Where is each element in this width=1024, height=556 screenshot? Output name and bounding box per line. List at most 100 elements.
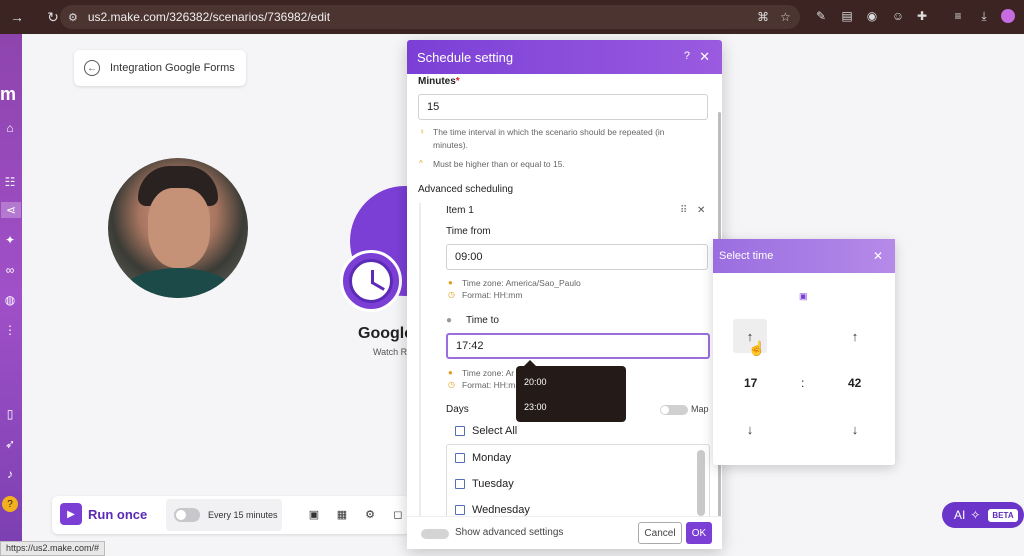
download-icon[interactable]: ⤓ bbox=[977, 9, 991, 23]
advanced-settings-label[interactable]: Show advanced settings bbox=[455, 527, 563, 538]
dropdown-caret bbox=[524, 360, 536, 366]
schedule-toggle[interactable] bbox=[174, 508, 200, 522]
site-info-icon[interactable]: ⚙ bbox=[68, 11, 78, 24]
timezone-icon-2: ● bbox=[448, 368, 453, 377]
day-checkbox-monday[interactable] bbox=[455, 453, 465, 463]
lightbulb-icon: ♀ bbox=[419, 127, 425, 136]
ai-assistant-button[interactable]: AI ✧ BETA bbox=[942, 502, 1024, 528]
drag-handle-icon[interactable]: ⠿ bbox=[680, 205, 687, 216]
minutes-input[interactable]: 15 bbox=[418, 94, 708, 120]
webcam-shirt bbox=[118, 268, 238, 298]
beta-badge: BETA bbox=[988, 508, 1018, 522]
schedule-clock-icon[interactable] bbox=[340, 250, 402, 312]
minute-down-button[interactable]: ↓ bbox=[838, 412, 872, 446]
item-border bbox=[419, 203, 421, 521]
browser-toolbar: → ↻ ⚙ us2.make.com/326382/scenarios/7369… bbox=[0, 0, 1024, 34]
days-label: Days bbox=[446, 404, 469, 415]
scenario-toolbar: ▶ Run once Every 15 minutes ▣ ▦ ⚙ ◻ bbox=[52, 496, 410, 534]
day-checkbox-wednesday[interactable] bbox=[455, 505, 465, 515]
hour-value[interactable]: 17 bbox=[744, 376, 757, 390]
link-icon[interactable]: ∞ bbox=[2, 262, 18, 278]
ok-button[interactable]: OK bbox=[686, 522, 712, 544]
more-icon[interactable]: ⋮ bbox=[2, 322, 18, 338]
day-label-monday[interactable]: Monday bbox=[472, 452, 511, 464]
remove-item-icon[interactable]: ✕ bbox=[697, 205, 705, 216]
map-label: Map bbox=[691, 404, 709, 414]
link-status-bar: https://us2.make.com/# bbox=[0, 541, 106, 556]
webcam-overlay bbox=[108, 158, 248, 298]
forward-icon[interactable]: → bbox=[6, 6, 28, 28]
advanced-settings-toggle[interactable] bbox=[421, 529, 449, 539]
select-time-popup: Select time ✕ ▣ ↑ ↑ 17 : 42 ↓ ↓ bbox=[713, 239, 895, 465]
puzzle-icon[interactable]: ✚ bbox=[915, 9, 929, 23]
extension-circle-icon[interactable]: ◉ bbox=[865, 9, 879, 23]
time-to-label: Time to bbox=[466, 315, 499, 326]
notes-icon[interactable]: ◻ bbox=[391, 507, 405, 521]
minutes-hint: The time interval in which the scenario … bbox=[433, 127, 665, 150]
layout-icon[interactable]: ▦ bbox=[335, 507, 349, 521]
time-popup-close-icon[interactable]: ✕ bbox=[873, 249, 883, 263]
address-bar[interactable]: ⚙ us2.make.com/326382/scenarios/736982/e… bbox=[60, 5, 800, 29]
time-popup-header: Select time ✕ bbox=[713, 239, 895, 273]
webcam-face bbox=[148, 188, 210, 268]
select-all-checkbox[interactable] bbox=[455, 426, 465, 436]
left-sidebar: m ⌂ ☷ ⋖ ✦ ∞ ◍ ⋮ ▯ ➶ ♪ ? bbox=[0, 34, 22, 556]
profile-icon[interactable] bbox=[1001, 9, 1015, 23]
translate-icon[interactable]: ⌘ bbox=[757, 10, 769, 24]
time-suggestions-dropdown: 20:00 23:00 bbox=[516, 360, 626, 422]
item-label: Item 1 bbox=[446, 205, 474, 216]
day-checkbox-tuesday[interactable] bbox=[455, 479, 465, 489]
time-from-input[interactable]: 09:00 bbox=[446, 244, 708, 270]
extension-face-icon[interactable]: ☺ bbox=[891, 9, 905, 23]
day-label-wednesday[interactable]: Wednesday bbox=[472, 504, 530, 516]
book-icon[interactable]: ▯ bbox=[2, 406, 18, 422]
home-icon[interactable]: ⌂ bbox=[2, 120, 18, 136]
bell-icon[interactable]: ♪ bbox=[2, 466, 18, 482]
schedule-label[interactable]: Every 15 minutes bbox=[208, 510, 278, 520]
time-popup-title: Select time bbox=[719, 250, 774, 262]
day-label-tuesday[interactable]: Tuesday bbox=[472, 478, 514, 490]
map-toggle[interactable] bbox=[660, 405, 688, 415]
schedule-toggle-group[interactable]: Every 15 minutes bbox=[166, 499, 282, 531]
globe-icon[interactable]: ◍ bbox=[2, 292, 18, 308]
suggestion-option-2[interactable]: 23:00 bbox=[524, 402, 547, 412]
back-to-scenarios[interactable]: ← Integration Google Forms bbox=[74, 50, 246, 86]
format-hint: Format: HH:mm bbox=[462, 290, 523, 300]
save-icon[interactable]: ▣ bbox=[307, 507, 321, 521]
share-icon[interactable]: ⋖ bbox=[1, 202, 21, 218]
puzzle-nav-icon[interactable]: ✦ bbox=[2, 232, 18, 248]
bookmark-star-icon[interactable]: ☆ bbox=[780, 10, 791, 24]
calendar-icon[interactable]: ▣ bbox=[799, 291, 809, 301]
time-to-toggle-icon[interactable]: ● bbox=[446, 315, 452, 326]
select-all-label[interactable]: Select All bbox=[472, 425, 517, 437]
close-icon[interactable]: ✕ bbox=[699, 49, 710, 65]
help-icon[interactable]: ? bbox=[2, 496, 18, 512]
team-icon[interactable]: ☷ bbox=[2, 174, 18, 190]
run-once-button[interactable]: ▶ bbox=[60, 503, 82, 525]
ai-label: AI bbox=[954, 508, 966, 522]
time-to-input[interactable]: 17:42 bbox=[446, 333, 710, 359]
rocket-icon[interactable]: ➶ bbox=[2, 436, 18, 452]
cancel-button[interactable]: Cancel bbox=[638, 522, 682, 544]
gear-icon[interactable]: ⚙ bbox=[363, 507, 377, 521]
make-logo-icon[interactable]: m bbox=[0, 84, 16, 105]
hour-down-button[interactable]: ↓ bbox=[733, 412, 767, 446]
dialog-header: Schedule setting ? ✕ bbox=[407, 40, 722, 74]
back-arrow-icon[interactable]: ← bbox=[84, 60, 100, 76]
suggestion-option-1[interactable]: 20:00 bbox=[524, 377, 547, 387]
minute-up-button[interactable]: ↑ bbox=[838, 319, 872, 353]
eyedropper-icon[interactable]: ✎ bbox=[814, 9, 828, 23]
warning-chevron-icon: ^ bbox=[419, 159, 423, 168]
time-from-label: Time from bbox=[446, 226, 491, 237]
time-separator: : bbox=[801, 376, 805, 390]
minutes-label: Minutes* bbox=[418, 76, 460, 87]
help-question-icon[interactable]: ? bbox=[684, 50, 690, 62]
format-hint-2: Format: HH:mm bbox=[462, 380, 523, 390]
days-scrollbar[interactable] bbox=[697, 450, 705, 516]
playlist-icon[interactable]: ≡ bbox=[951, 9, 965, 23]
run-once-label[interactable]: Run once bbox=[88, 507, 147, 522]
minute-value[interactable]: 42 bbox=[848, 376, 861, 390]
url-text: us2.make.com/326382/scenarios/736982/edi… bbox=[87, 10, 331, 24]
mouse-pointer-icon: ☝ bbox=[748, 340, 766, 356]
document-icon[interactable]: ▤ bbox=[840, 9, 854, 23]
